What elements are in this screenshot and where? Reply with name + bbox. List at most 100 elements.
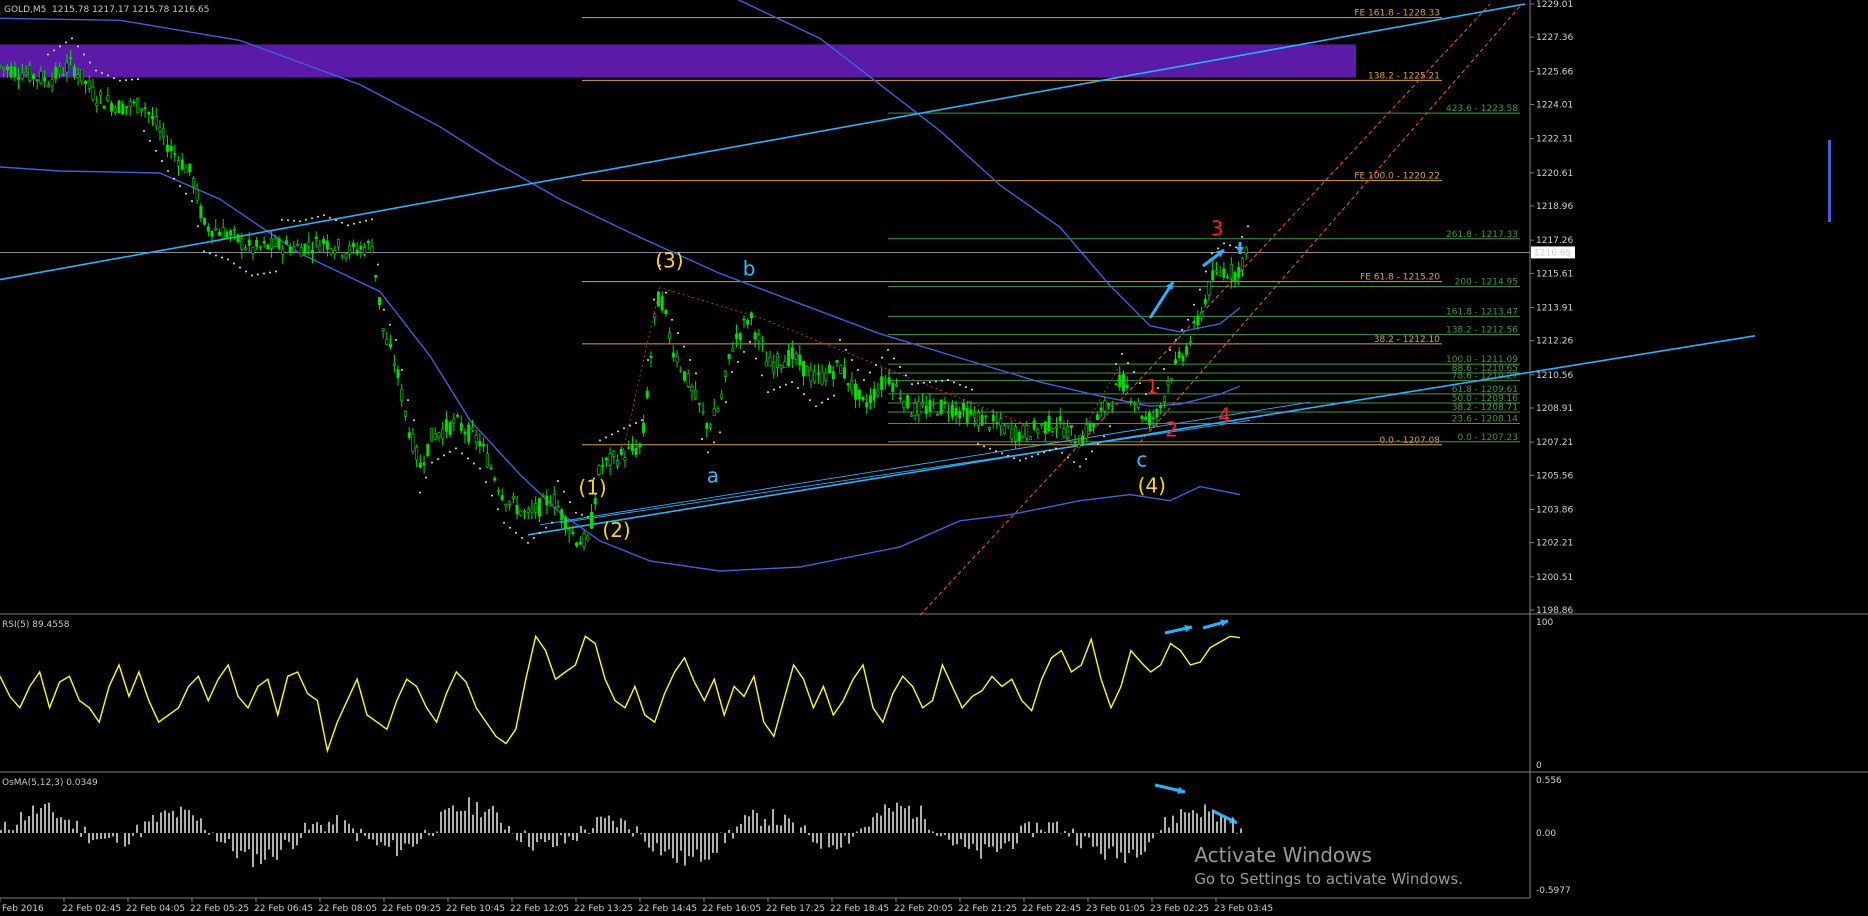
candle <box>865 402 869 408</box>
candle <box>794 353 798 360</box>
osma-bar <box>20 811 22 834</box>
ohlc-readout: 1215.78 1217.17 1215.78 1216.65 <box>52 5 209 15</box>
candle <box>363 247 367 255</box>
osma-bar <box>176 817 178 834</box>
wave-label: (1) <box>578 476 606 500</box>
sar-dot <box>179 185 181 188</box>
channel-line <box>919 3 1491 616</box>
osma-bar <box>1044 831 1046 834</box>
osma-bar <box>196 820 198 834</box>
osma-bar <box>136 824 138 834</box>
candle <box>444 419 448 432</box>
supply-zone <box>0 44 1356 78</box>
candle <box>459 423 463 431</box>
candle <box>783 361 787 369</box>
osma-bar <box>540 833 542 840</box>
candle <box>1185 346 1189 356</box>
osma-bar <box>996 833 998 853</box>
osma-bar <box>440 811 442 834</box>
candle <box>1010 428 1014 440</box>
rsi-pane[interactable] <box>0 634 1241 754</box>
candle <box>630 443 634 451</box>
sar-dot <box>1013 457 1015 460</box>
osma-bar <box>8 829 10 834</box>
osma-bar <box>1020 825 1022 834</box>
sar-dot <box>203 250 205 253</box>
osma-bar <box>896 802 898 834</box>
time-tick-label: Feb 2016 <box>2 904 44 914</box>
osma-bar <box>556 833 558 847</box>
candle <box>1136 401 1140 408</box>
price-tick-label: 1224.01 <box>1536 100 1573 110</box>
sar-dot <box>983 445 985 448</box>
candle <box>1054 426 1058 429</box>
candle <box>880 376 884 390</box>
sar-dot <box>1169 348 1171 351</box>
candle <box>31 74 35 80</box>
candle <box>813 371 817 382</box>
osma-bar <box>568 833 570 837</box>
fib-level-label: 38.2 - 1208.71 <box>1452 403 1518 413</box>
candle <box>1151 417 1155 419</box>
osma-bar <box>352 828 354 834</box>
sar-dot <box>383 308 385 311</box>
sar-dot <box>827 398 829 401</box>
candle <box>556 506 560 509</box>
sar-dot <box>275 270 277 273</box>
osma-bar <box>904 808 906 834</box>
candle <box>470 426 474 431</box>
sar-dot <box>143 129 145 132</box>
sar-dot <box>1103 435 1105 438</box>
osma-bar <box>692 833 694 857</box>
osma-pane[interactable] <box>0 797 1242 867</box>
sar-dot <box>821 401 823 404</box>
osma-bar <box>52 812 54 834</box>
candle <box>1058 416 1062 422</box>
osma-bar <box>248 833 250 850</box>
sar-dot <box>1061 451 1063 454</box>
osma-bar <box>732 833 734 839</box>
sar-dot <box>329 216 331 219</box>
osma-bar <box>928 829 930 834</box>
candle <box>642 422 646 433</box>
osma-bar <box>452 805 454 834</box>
sar-dot <box>191 200 193 203</box>
candle <box>467 424 471 443</box>
osma-bar <box>780 825 782 834</box>
sar-dot <box>653 298 655 301</box>
osma-bar <box>36 813 38 834</box>
candle <box>1092 423 1096 428</box>
osma-bar <box>708 833 710 860</box>
candle <box>1066 425 1070 440</box>
price-pane[interactable]: FE 161.8 - 1228.33 138.2 - 1225.21 FE 100.… <box>0 0 1756 825</box>
osma-bar <box>368 833 370 840</box>
time-tick-label: 22 Feb 09:25 <box>382 904 441 914</box>
candle <box>601 464 605 468</box>
candle <box>560 509 564 521</box>
osma-bar <box>204 830 206 834</box>
osma-bar <box>932 831 934 834</box>
osma-bar <box>1212 809 1214 834</box>
candle <box>578 541 582 545</box>
osma-bar <box>528 833 530 847</box>
candle <box>337 239 341 248</box>
price-tick-label: 1217.26 <box>1536 236 1573 246</box>
sar-dot <box>1205 270 1207 273</box>
osma-bar <box>808 833 810 836</box>
candle <box>162 128 166 138</box>
osma-bar <box>200 818 202 834</box>
sar-dot <box>581 513 583 516</box>
chart-canvas[interactable]: FE 161.8 - 1228.33 138.2 - 1225.21 FE 100.… <box>0 0 1868 916</box>
sar-dot <box>575 511 577 514</box>
osma-bar <box>840 833 842 848</box>
candle <box>653 313 657 318</box>
osma-bar <box>1148 833 1150 843</box>
osma-bar <box>244 833 246 852</box>
osma-bar <box>1180 809 1182 834</box>
osma-bar <box>516 833 518 841</box>
osma-bar <box>472 814 474 834</box>
candle <box>519 510 523 516</box>
osma-bar <box>56 818 58 834</box>
osma-bar <box>80 833 82 837</box>
candle <box>764 360 768 367</box>
